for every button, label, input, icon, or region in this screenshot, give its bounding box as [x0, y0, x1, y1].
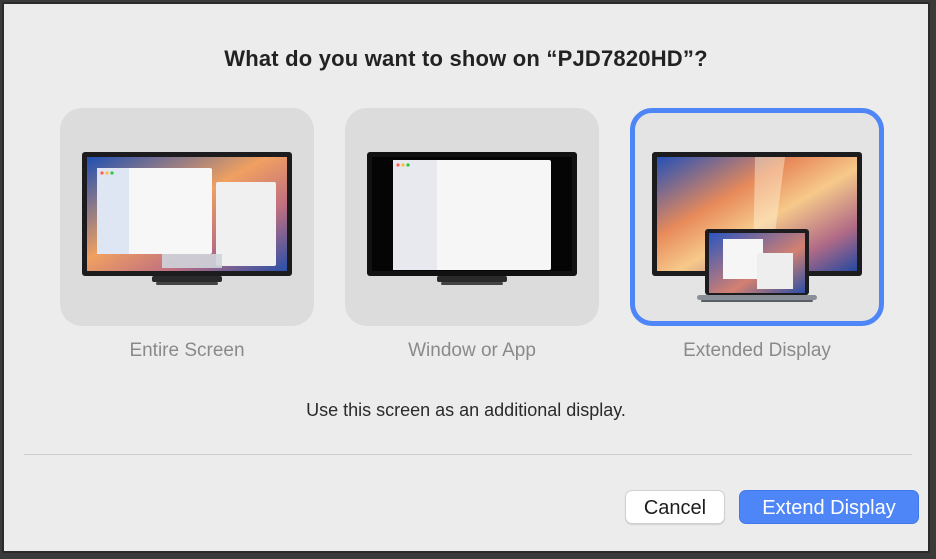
monitor-mirror-icon [82, 152, 292, 285]
option-entire-screen-label: Entire Screen [129, 340, 245, 361]
monitor-extended-icon [652, 152, 862, 302]
extend-display-button[interactable]: Extend Display [739, 490, 919, 524]
cancel-button[interactable]: Cancel [625, 490, 725, 524]
dialog-title: What do you want to show on “PJD7820HD”? [224, 46, 708, 71]
monitor-window-icon [367, 152, 577, 285]
option-extended-display[interactable] [630, 108, 884, 326]
option-description: Use this screen as an additional display… [306, 400, 626, 420]
option-window-or-app[interactable] [345, 108, 599, 326]
display-options-dialog: What do you want to show on “PJD7820HD”? [2, 2, 930, 553]
option-window-or-app-label: Window or App [408, 340, 536, 361]
option-extended-display-label: Extended Display [683, 340, 831, 361]
divider [24, 454, 912, 455]
option-entire-screen[interactable] [60, 108, 314, 326]
